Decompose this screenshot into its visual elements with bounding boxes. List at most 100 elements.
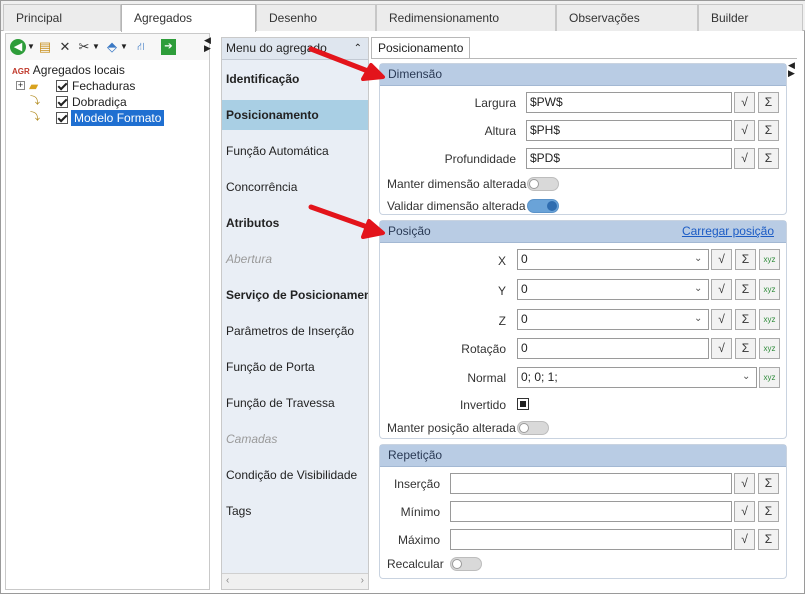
section-dimensao: Dimensão Largura $PW$ √ Σ Altura $PH$ √ … xyxy=(379,63,787,215)
invertido-checkbox[interactable] xyxy=(517,398,529,410)
nav-posicionamento[interactable]: Posicionamento xyxy=(222,100,368,130)
tree-toolbar: ◀ ▼ ▤ ✕ ✂ ▼ ⬘ ▼ ⛙ ➔ xyxy=(6,34,209,60)
expand-icon[interactable]: + xyxy=(16,81,25,90)
nav-tags[interactable]: Tags xyxy=(222,496,368,526)
validar-dimensao-label: Validar dimensão alterada xyxy=(387,199,526,213)
horizontal-scrollbar[interactable]: ‹ › xyxy=(222,573,368,589)
validar-dimensao-toggle[interactable] xyxy=(527,199,559,213)
nav-funcao-porta[interactable]: Função de Porta xyxy=(222,352,368,382)
back-icon[interactable]: ◀ xyxy=(10,39,26,55)
nav-concorrencia[interactable]: Concorrência xyxy=(222,172,368,202)
nav-parametros-insercao[interactable]: Parâmetros de Inserção xyxy=(222,316,368,346)
export-icon[interactable]: ➔ xyxy=(161,39,176,55)
section-repeticao: Repetição Inserção √ Σ Mínimo √ Σ Máximo… xyxy=(379,444,787,579)
agr-icon: AGR xyxy=(12,67,30,76)
chevron-down-icon[interactable]: ▼ xyxy=(27,39,35,55)
maximo-input[interactable] xyxy=(450,529,732,550)
y-input[interactable]: 0 ⌄ xyxy=(517,279,709,300)
tab-observacoes[interactable]: Observações xyxy=(556,4,698,31)
sum-button[interactable]: Σ xyxy=(735,249,756,270)
nav-funcao-automatica[interactable]: Função Automática xyxy=(222,136,368,166)
profundidade-input[interactable]: $PD$ xyxy=(526,148,732,169)
tree-root[interactable]: AGR Agregados locais xyxy=(12,62,125,78)
formula-button[interactable]: √ xyxy=(711,309,732,330)
recalcular-label: Recalcular xyxy=(387,557,444,571)
carregar-posicao-link[interactable]: Carregar posição xyxy=(682,221,774,242)
xyz-button[interactable]: xyz xyxy=(759,338,780,359)
chevron-down-icon[interactable]: ⌄ xyxy=(694,313,706,325)
altura-input[interactable]: $PH$ xyxy=(526,120,732,141)
checkbox[interactable] xyxy=(56,112,68,124)
tab-desenho[interactable]: Desenho xyxy=(256,4,376,31)
xyz-button[interactable]: xyz xyxy=(759,367,780,388)
xyz-button[interactable]: xyz xyxy=(759,249,780,270)
checkbox[interactable] xyxy=(56,96,68,108)
tree-item-fechaduras[interactable]: + ▰ Fechaduras xyxy=(16,78,166,94)
sum-button[interactable]: Σ xyxy=(758,529,779,550)
normal-input[interactable]: 0; 0; 1; ⌄ xyxy=(517,367,757,388)
chevron-down-icon[interactable]: ⌄ xyxy=(694,283,706,295)
chevron-down-icon[interactable]: ▼ xyxy=(92,39,100,55)
z-input[interactable]: 0 ⌄ xyxy=(517,309,709,330)
cut-icon[interactable]: ✂ xyxy=(76,39,92,55)
formula-button[interactable]: √ xyxy=(711,279,732,300)
tab-builder[interactable]: Builder xyxy=(698,4,803,31)
tab-agregados[interactable]: Agregados xyxy=(121,4,256,32)
tree-item-label: Modelo Formato xyxy=(71,110,165,126)
nav-condicao-visibilidade[interactable]: Condição de Visibilidade xyxy=(222,460,368,490)
z-value: 0 xyxy=(521,312,528,326)
formula-button[interactable]: √ xyxy=(734,92,755,113)
nav-funcao-travessa[interactable]: Função de Travessa xyxy=(222,388,368,418)
chevron-down-icon[interactable]: ⌄ xyxy=(694,253,706,265)
section-posicao: Posição Carregar posição X 0 ⌄ √ Σ xyz Y … xyxy=(379,220,787,439)
formula-button[interactable]: √ xyxy=(734,501,755,522)
insercao-input[interactable] xyxy=(450,473,732,494)
x-input[interactable]: 0 ⌄ xyxy=(517,249,709,270)
new-folder-icon[interactable]: ▤ xyxy=(37,39,53,55)
tab-underline xyxy=(371,58,797,59)
sum-button[interactable]: Σ xyxy=(758,120,779,141)
formula-button[interactable]: √ xyxy=(734,120,755,141)
manter-dimensao-toggle[interactable] xyxy=(527,177,559,191)
formula-button[interactable]: √ xyxy=(711,338,732,359)
tab-principal[interactable]: Principal xyxy=(3,4,121,31)
tree-structure-icon[interactable]: ⛙ xyxy=(132,39,150,55)
scroll-left-icon[interactable]: ‹ xyxy=(226,575,229,586)
manter-posicao-toggle[interactable] xyxy=(517,421,549,435)
formula-button[interactable]: √ xyxy=(734,148,755,169)
formula-button[interactable]: √ xyxy=(734,529,755,550)
sum-button[interactable]: Σ xyxy=(735,338,756,359)
chevron-down-icon[interactable]: ▼ xyxy=(120,39,128,55)
collapse-right-icon[interactable]: ◀ ▶ xyxy=(788,61,796,78)
sum-button[interactable]: Σ xyxy=(735,309,756,330)
profundidade-label: Profundidade xyxy=(444,152,516,166)
sum-button[interactable]: Σ xyxy=(735,279,756,300)
delete-icon[interactable]: ✕ xyxy=(57,39,73,55)
largura-input[interactable]: $PW$ xyxy=(526,92,732,113)
minimo-input[interactable] xyxy=(450,501,732,522)
sum-button[interactable]: Σ xyxy=(758,92,779,113)
xyz-button[interactable]: xyz xyxy=(759,309,780,330)
formula-button[interactable]: √ xyxy=(734,473,755,494)
sum-button[interactable]: Σ xyxy=(758,501,779,522)
rotacao-input[interactable]: 0 xyxy=(517,338,709,359)
move-icon[interactable]: ⬘ xyxy=(104,39,120,55)
sum-button[interactable]: Σ xyxy=(758,473,779,494)
nav-camadas: Camadas xyxy=(226,432,278,446)
sum-button[interactable]: Σ xyxy=(758,148,779,169)
xyz-button[interactable]: xyz xyxy=(759,279,780,300)
nav-abertura: Abertura xyxy=(226,252,273,266)
tab-redimensionamento[interactable]: Redimensionamento xyxy=(376,4,556,31)
recalcular-toggle[interactable] xyxy=(450,557,482,571)
checkbox[interactable] xyxy=(56,80,68,92)
formula-button[interactable]: √ xyxy=(711,249,732,270)
nav-servico-posicionamento[interactable]: Serviço de Posicionamento xyxy=(222,280,368,310)
folder-icon: ▰ xyxy=(29,79,39,93)
tree-item-dobradica[interactable]: ⤵ Dobradiça xyxy=(16,94,166,110)
section-header: Dimensão xyxy=(380,64,786,86)
component-icon: ⤵ xyxy=(30,96,40,107)
chevron-down-icon[interactable]: ⌄ xyxy=(742,371,754,383)
tree-item-modelo-formato[interactable]: ⤵ Modelo Formato xyxy=(16,110,166,126)
collapse-panel-icon[interactable]: ◀ ▶ xyxy=(204,36,212,53)
scroll-right-icon[interactable]: › xyxy=(361,575,364,586)
